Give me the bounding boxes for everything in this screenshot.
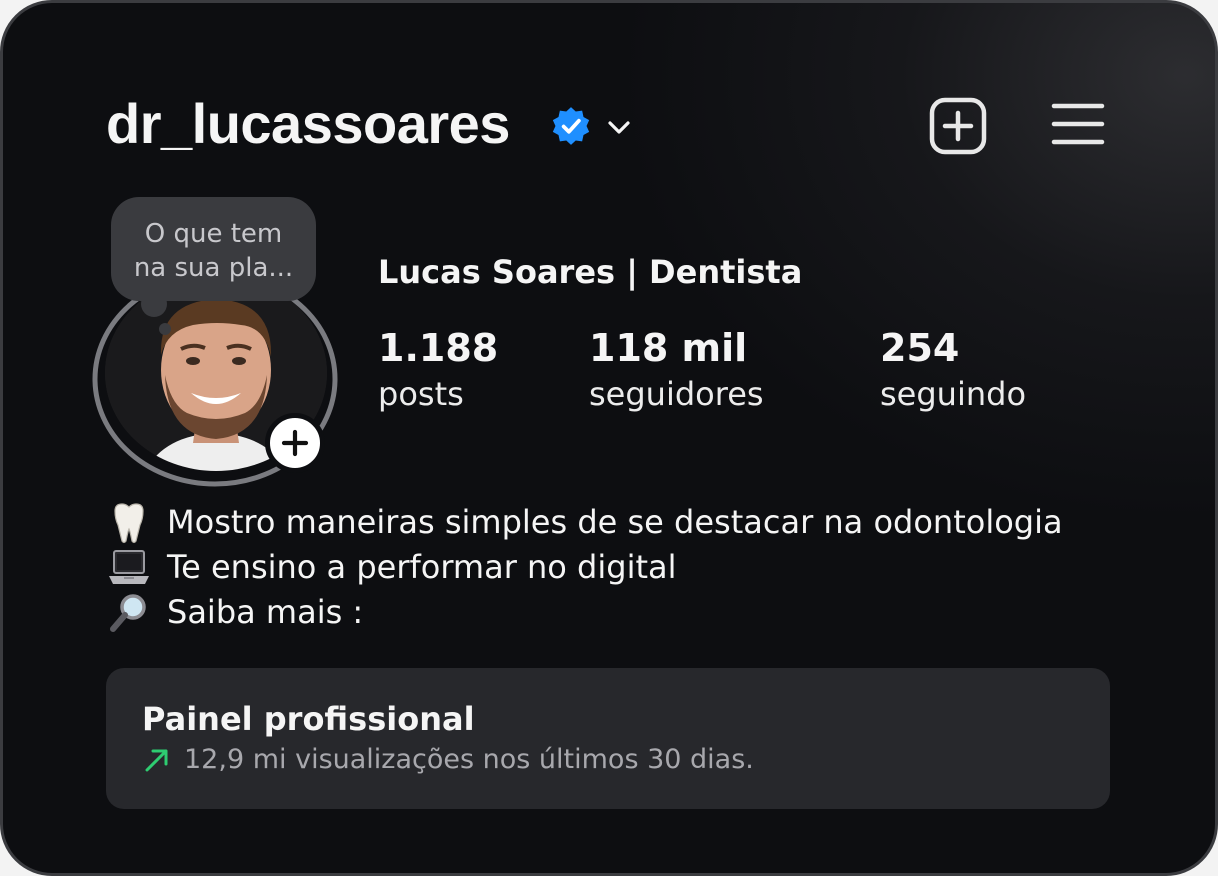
bio-line: Mostro maneiras simples de se destacar n…: [107, 500, 1117, 545]
bio-text: Te ensino a performar no digital: [167, 548, 677, 586]
dashboard-title: Painel profissional: [142, 700, 475, 738]
tooth-icon: [107, 500, 155, 545]
stat-label: seguidores: [589, 375, 764, 413]
create-post-icon[interactable]: [929, 97, 987, 155]
stat-label: posts: [378, 375, 464, 413]
bio-text: Saiba mais :: [167, 593, 364, 631]
stat-followers[interactable]: 118 mil seguidores: [589, 325, 764, 417]
laptop-icon: [107, 545, 155, 590]
dashboard-subtitle-text: 12,9 mi visualizações nos últimos 30 dia…: [184, 744, 754, 775]
hamburger-menu-icon[interactable]: [1049, 99, 1107, 149]
note-bubble-tail-small: [159, 323, 171, 335]
verified-badge-icon: [552, 107, 590, 145]
bio: Mostro maneiras simples de se destacar n…: [107, 500, 1117, 635]
add-story-button[interactable]: [265, 413, 325, 473]
stat-posts[interactable]: 1.188 posts: [378, 325, 498, 417]
plus-icon: [281, 429, 309, 457]
bio-line: Te ensino a performar no digital: [107, 545, 1117, 590]
trend-up-arrow-icon: [145, 749, 168, 771]
dashboard-subtitle: 12,9 mi visualizações nos últimos 30 dia…: [142, 744, 754, 775]
magnifier-icon: [107, 590, 155, 635]
stat-value: 118 mil: [589, 326, 748, 370]
bio-line: Saiba mais :: [107, 590, 1117, 635]
stat-value: 1.188: [378, 326, 499, 370]
bio-text: Mostro maneiras simples de se destacar n…: [167, 503, 1063, 541]
chevron-down-icon[interactable]: [603, 111, 635, 143]
stat-label: seguindo: [880, 375, 1027, 413]
note-text-line1: O que tem: [144, 219, 283, 249]
professional-dashboard-card[interactable]: Painel profissional 12,9 mi visualizaçõe…: [106, 668, 1110, 809]
stat-following[interactable]: 254 seguindo: [880, 325, 1026, 417]
note-text-line2: na sua pla...: [133, 253, 294, 283]
profile-screen: dr_lucassoares O que tem na sua pla... L…: [0, 0, 1218, 876]
stat-value: 254: [880, 326, 960, 370]
note-bubble[interactable]: O que tem na sua pla...: [111, 197, 316, 301]
display-name: Lucas Soares | Dentista: [378, 253, 803, 291]
username[interactable]: dr_lucassoares: [106, 91, 510, 156]
